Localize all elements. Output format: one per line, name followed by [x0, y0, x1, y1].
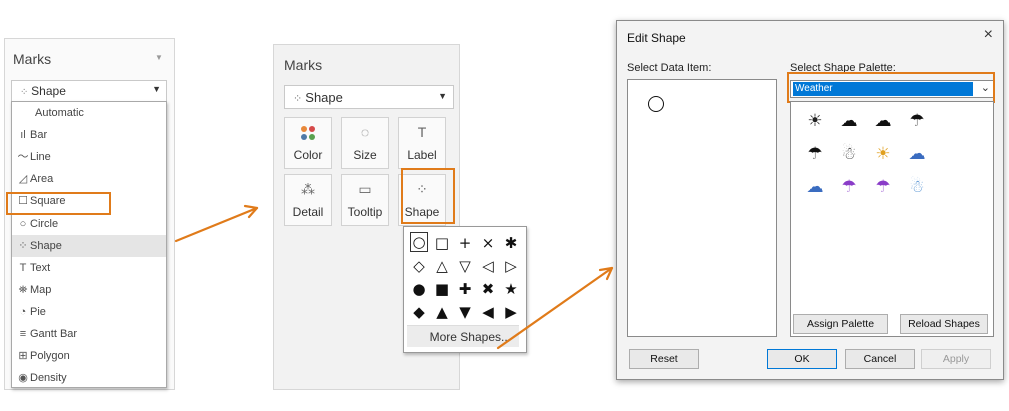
arrow-1 — [174, 206, 259, 243]
arrow-2 — [496, 266, 614, 350]
flow-arrows — [174, 204, 614, 350]
